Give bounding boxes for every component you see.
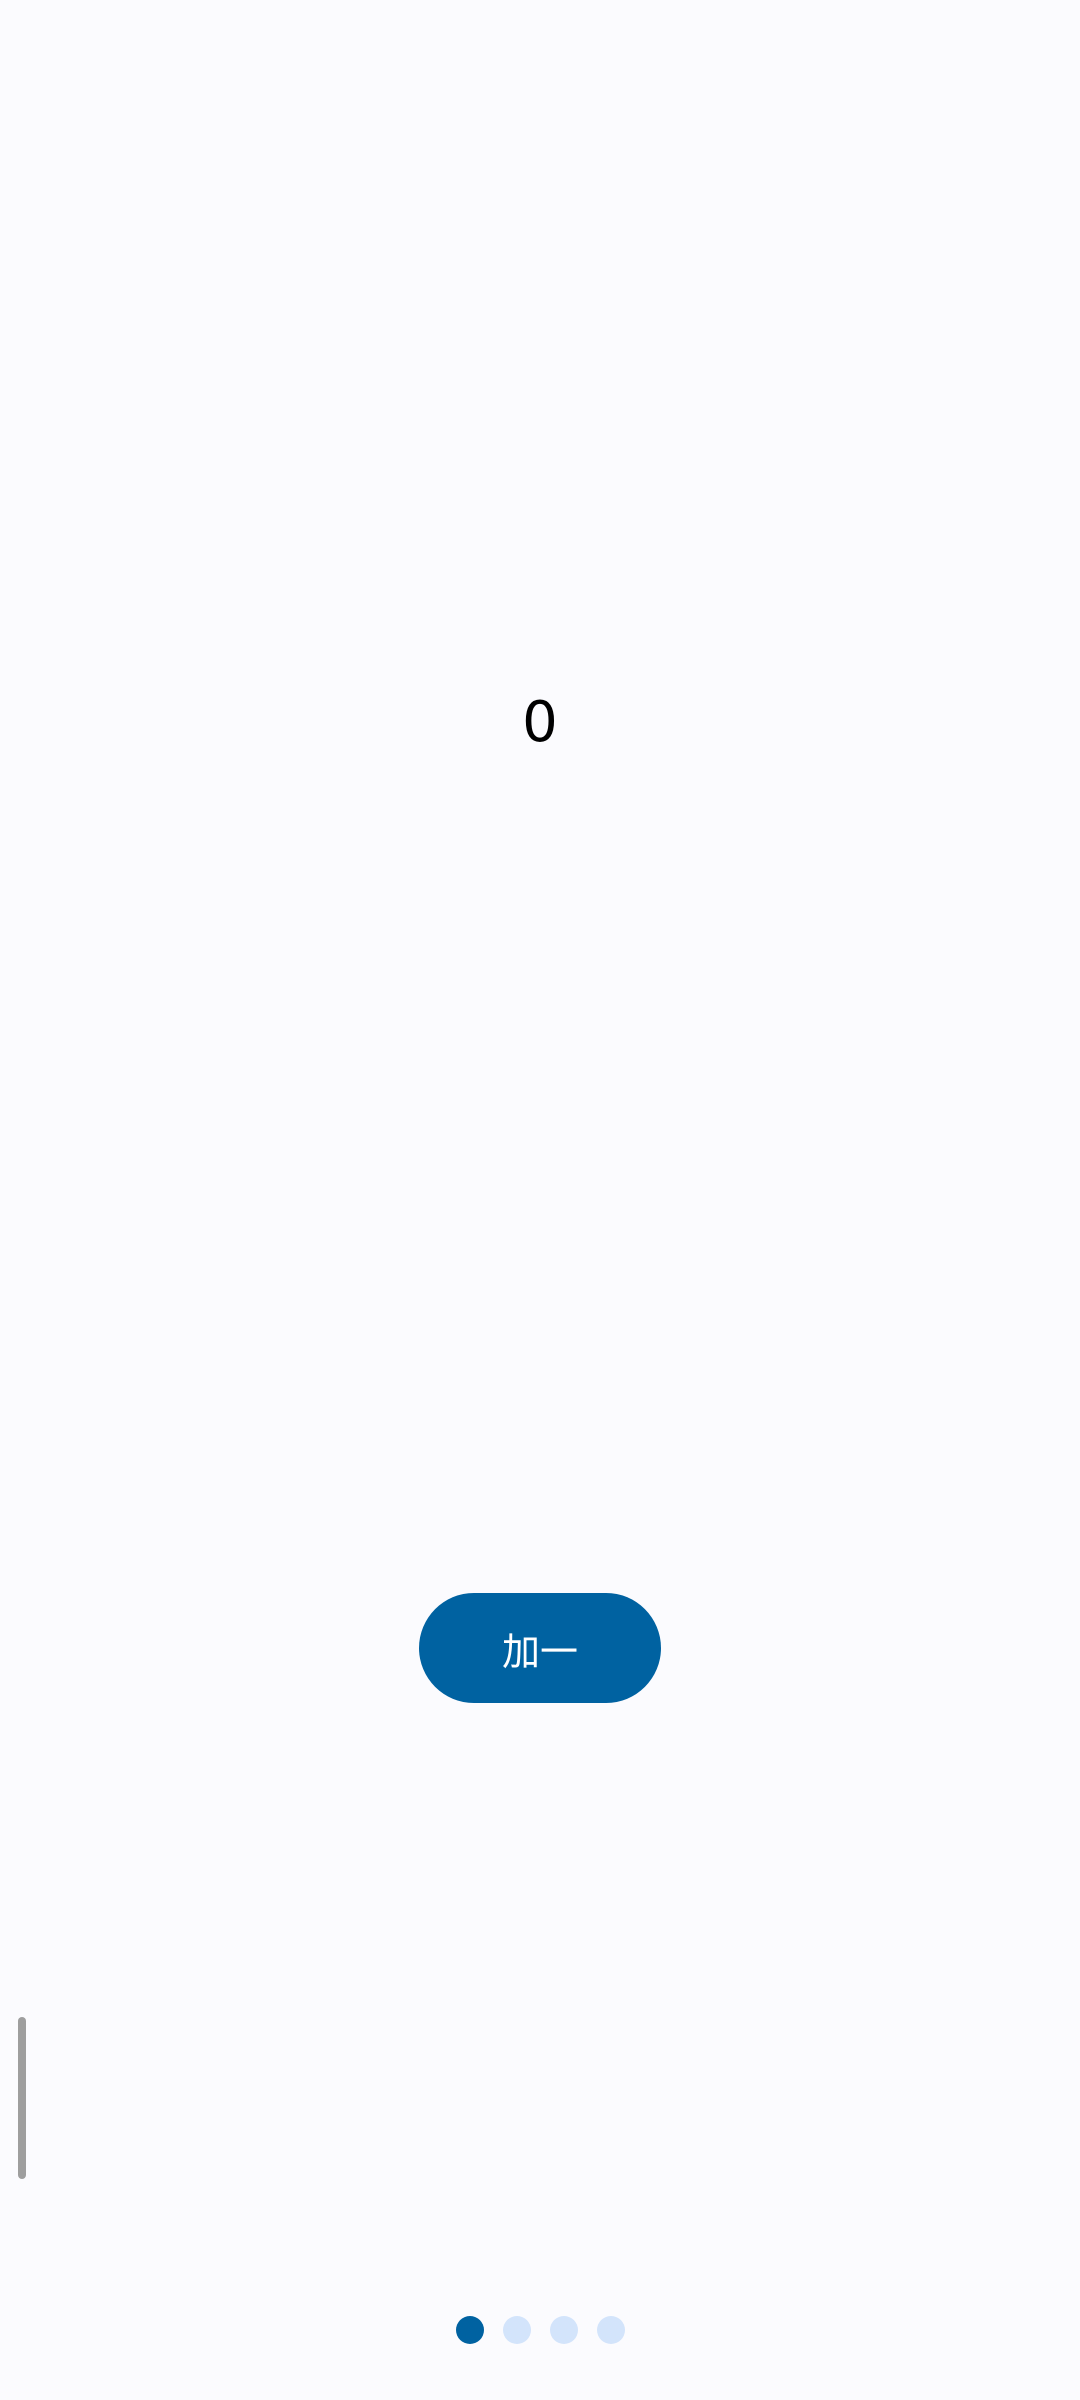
page-dot-3[interactable] (549, 2316, 578, 2344)
increment-button[interactable]: 加一 (419, 1593, 661, 1703)
counter-display: 0 (522, 690, 558, 755)
page-dot-4[interactable] (596, 2316, 625, 2344)
page-dot-2[interactable] (502, 2316, 531, 2344)
page-dot-1[interactable] (455, 2316, 484, 2344)
page-indicator (0, 2316, 1080, 2344)
scrollbar-thumb[interactable] (18, 2017, 26, 2179)
